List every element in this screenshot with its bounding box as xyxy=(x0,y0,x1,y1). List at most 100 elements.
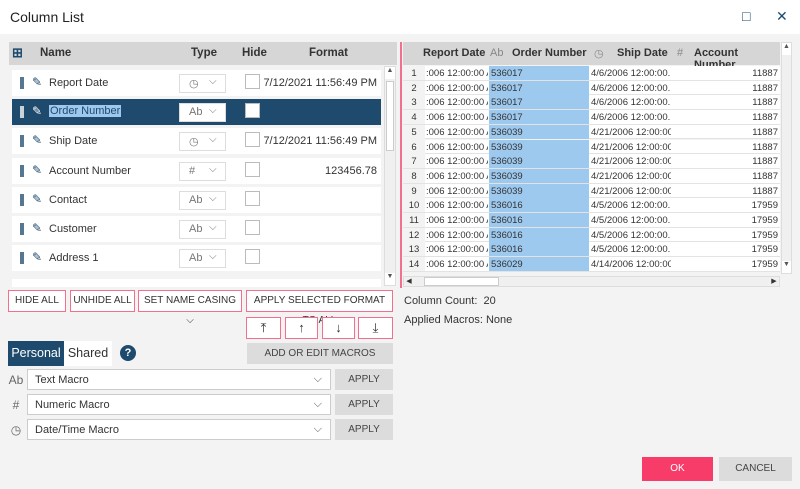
cell-ship-date[interactable]: 4/5/2006 12:00:00... xyxy=(591,230,671,241)
cell-ship-date[interactable]: 4/21/2006 12:00:00... xyxy=(591,171,671,182)
drag-handle-icon[interactable] xyxy=(20,252,24,265)
column-name[interactable]: Customer xyxy=(49,223,97,235)
cell-order-number[interactable]: 536017 xyxy=(489,66,589,80)
grid-row[interactable]: 2 :006 12:00:00 AM 536017 4/6/2006 12:00… xyxy=(403,80,780,96)
cell-report-date[interactable]: :006 12:00:00 AM xyxy=(426,215,488,226)
hide-checkbox[interactable] xyxy=(245,220,260,235)
column-row[interactable]: ✎ Customer Ab ⌵ xyxy=(12,216,381,242)
macro-select[interactable]: Numeric Macro ⌵ xyxy=(27,394,331,415)
cell-ship-date[interactable]: 4/21/2006 12:00:00... xyxy=(591,142,671,153)
grid-row[interactable]: 5 :006 12:00:00 AM 536039 4/21/2006 12:0… xyxy=(403,124,780,140)
drag-handle-icon[interactable] xyxy=(20,223,24,235)
ok-button[interactable]: OK xyxy=(642,457,713,481)
cell-report-date[interactable]: :006 12:00:00 AM xyxy=(426,68,488,79)
scroll-up-icon[interactable]: ▲ xyxy=(782,43,791,55)
cell-report-date[interactable]: :006 12:00:00 AM xyxy=(426,171,488,182)
drag-handle-icon[interactable] xyxy=(20,77,24,89)
cell-order-number[interactable]: 536017 xyxy=(489,95,589,110)
cell-order-number[interactable]: 536039 xyxy=(489,168,589,183)
type-select[interactable]: Ab ⌵ xyxy=(179,249,226,269)
apply-macro-button[interactable]: APPLY xyxy=(335,394,393,415)
drag-handle-icon[interactable] xyxy=(20,106,24,119)
type-select[interactable]: Ab ⌵ xyxy=(179,220,226,239)
macro-select[interactable]: Text Macro ⌵ xyxy=(27,369,331,390)
cell-report-date[interactable]: :006 12:00:00 AM xyxy=(426,259,488,270)
cell-report-date[interactable]: :006 12:00:00 AM xyxy=(426,156,488,167)
cell-account-number[interactable]: 11887 xyxy=(675,142,778,153)
hide-checkbox[interactable] xyxy=(245,132,260,148)
type-select[interactable]: Ab ⌵ xyxy=(179,103,226,123)
grid-header-ship-date[interactable]: Ship Date xyxy=(617,47,668,59)
cell-account-number[interactable]: 11887 xyxy=(675,83,778,94)
cell-report-date[interactable]: :006 12:00:00 AM xyxy=(426,97,488,108)
filter-grid-icon[interactable]: ⊞ xyxy=(12,45,23,61)
cell-report-date[interactable]: :006 12:00:00 AM xyxy=(426,127,488,138)
pencil-icon[interactable]: ✎ xyxy=(32,250,42,264)
cell-report-date[interactable]: :006 12:00:00 AM xyxy=(426,142,488,153)
cell-account-number[interactable]: 11887 xyxy=(675,186,778,197)
cell-account-number[interactable]: 11887 xyxy=(675,97,778,108)
scroll-down-icon[interactable]: ▼ xyxy=(385,273,395,285)
drag-handle-icon[interactable] xyxy=(20,164,24,177)
type-select[interactable]: # ⌵ xyxy=(179,161,226,181)
cell-report-date[interactable]: :006 12:00:00 AM xyxy=(426,112,488,123)
cell-account-number[interactable]: 11887 xyxy=(675,127,778,138)
cell-ship-date[interactable]: 4/6/2006 12:00:00... xyxy=(591,97,671,108)
macro-select[interactable]: Date/Time Macro ⌵ xyxy=(27,419,331,440)
column-name[interactable]: Contact xyxy=(49,194,87,206)
grid-vscroll[interactable]: ▲ ▼ xyxy=(781,42,792,274)
column-row[interactable]: ✎ Address 1 Ab ⌵ xyxy=(12,245,381,272)
scroll-right-icon[interactable]: ▶ xyxy=(769,277,779,285)
hide-checkbox[interactable] xyxy=(245,74,260,89)
help-icon[interactable]: ? xyxy=(120,345,136,361)
cell-account-number[interactable]: 11887 xyxy=(675,156,778,167)
hide-checkbox[interactable] xyxy=(245,161,260,177)
cell-account-number[interactable]: 17959 xyxy=(675,230,778,241)
cell-account-number[interactable]: 11887 xyxy=(675,68,778,79)
tab-personal[interactable]: Personal xyxy=(8,341,64,366)
cell-ship-date[interactable]: 4/21/2006 12:00:00... xyxy=(591,156,671,167)
column-row[interactable]: ✎ Order Number Ab ⌵ xyxy=(12,99,381,126)
grid-row[interactable]: 8 :006 12:00:00 AM 536039 4/21/2006 12:0… xyxy=(403,168,780,184)
type-select[interactable]: ◷ ⌵ xyxy=(179,74,226,93)
grid-header-order-number[interactable]: Order Number xyxy=(512,47,587,59)
apply-macro-button[interactable]: APPLY xyxy=(335,419,393,440)
hide-checkbox[interactable] xyxy=(245,249,260,265)
hide-all-button[interactable]: HIDE ALL xyxy=(8,290,66,312)
add-edit-macros-button[interactable]: ADD OR EDIT MACROS xyxy=(247,343,393,364)
cell-order-number[interactable]: 536039 xyxy=(489,124,589,139)
hide-checkbox[interactable] xyxy=(245,190,260,206)
column-name[interactable]: Report Date xyxy=(49,77,108,89)
cell-ship-date[interactable]: 4/21/2006 12:00:00... xyxy=(591,186,671,197)
grid-row[interactable]: 13 :006 12:00:00 AM 536016 4/5/2006 12:0… xyxy=(403,242,780,258)
grid-row[interactable]: 9 :006 12:00:00 AM 536039 4/21/2006 12:0… xyxy=(403,183,780,199)
cell-account-number[interactable]: 17959 xyxy=(675,259,778,270)
unhide-all-button[interactable]: UNHIDE ALL xyxy=(70,290,135,312)
type-select[interactable]: ◷ ⌵ xyxy=(179,132,226,152)
apply-format-to-all-button[interactable]: APPLY SELECTED FORMAT TO ALL xyxy=(246,290,393,326)
close-icon[interactable]: ✕ xyxy=(776,8,788,25)
maximize-icon[interactable]: □ xyxy=(742,8,750,24)
cell-ship-date[interactable]: 4/5/2006 12:00:00... xyxy=(591,215,671,226)
cell-order-number[interactable]: 536017 xyxy=(489,110,589,125)
apply-macro-button[interactable]: APPLY xyxy=(335,369,393,390)
cell-order-number[interactable]: 536017 xyxy=(489,80,589,95)
column-row[interactable]: ✎ Ship Date ◷ ⌵ 7/12/2021 11:56:49 PM xyxy=(12,128,381,155)
cell-ship-date[interactable]: 4/5/2006 12:00:00... xyxy=(591,200,671,211)
grid-row[interactable]: 4 :006 12:00:00 AM 536017 4/6/2006 12:00… xyxy=(403,110,780,125)
cell-order-number[interactable]: 536016 xyxy=(489,227,589,242)
column-row[interactable]: ✎ Report Date ◷ ⌵ 7/12/2021 11:56:49 PM xyxy=(12,70,381,96)
pencil-icon[interactable]: ✎ xyxy=(32,75,42,89)
type-select[interactable]: Ab ⌵ xyxy=(179,190,226,210)
move-up-button[interactable]: ↑ xyxy=(285,317,318,339)
panel-divider[interactable] xyxy=(400,42,402,288)
cell-ship-date[interactable]: 4/14/2006 12:00:00... xyxy=(591,259,671,270)
hscroll-thumb[interactable] xyxy=(424,277,499,286)
cancel-button[interactable]: CANCEL xyxy=(719,457,792,481)
scroll-left-icon[interactable]: ◀ xyxy=(404,277,414,285)
grid-row[interactable]: 14 :006 12:00:00 AM 536029 4/14/2006 12:… xyxy=(403,257,780,272)
set-name-casing-button[interactable]: SET NAME CASING ⌵ xyxy=(138,290,242,326)
grid-row[interactable]: 10 :006 12:00:00 AM 536016 4/5/2006 12:0… xyxy=(403,198,780,213)
cell-order-number[interactable]: 536039 xyxy=(489,139,589,154)
cell-order-number[interactable]: 536016 xyxy=(489,198,589,213)
